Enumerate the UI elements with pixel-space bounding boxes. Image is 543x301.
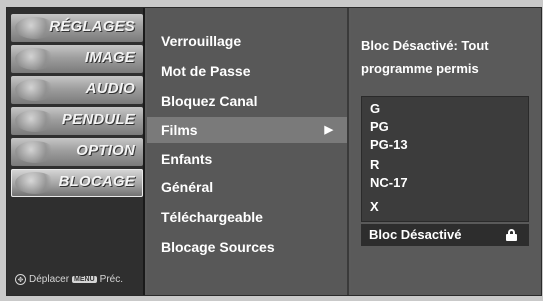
clock-icon: [15, 110, 55, 132]
unlock-icon: [506, 229, 517, 241]
menu-item-telechargeable[interactable]: Téléchargeable: [147, 204, 347, 230]
menu-item-label: Blocage Sources: [161, 239, 275, 255]
category-label: AUDIO: [85, 80, 135, 97]
menu-item-general[interactable]: Général: [147, 174, 347, 200]
menu-key-icon: MENU: [72, 276, 97, 283]
info-line-1: Bloc Désactivé: Tout: [361, 38, 489, 53]
menu-item-label: Films: [161, 122, 198, 138]
lock-category-icon: [15, 172, 55, 194]
category-label: PENDULE: [61, 111, 135, 128]
menu-item-label: Mot de Passe: [161, 63, 251, 79]
block-off-label: Bloc Désactivé: [369, 227, 462, 242]
category-label: RÉGLAGES: [49, 18, 135, 35]
rating-option-r[interactable]: R: [370, 157, 379, 172]
category-pendule[interactable]: PENDULE: [11, 107, 143, 135]
menu-item-label: Téléchargeable: [161, 209, 263, 225]
category-reglages[interactable]: RÉGLAGES: [11, 14, 143, 42]
rating-option-x[interactable]: X: [370, 199, 379, 214]
block-off-option[interactable]: Bloc Désactivé: [361, 224, 529, 246]
rating-option-pg[interactable]: PG: [370, 119, 389, 134]
menu-item-mot-de-passe[interactable]: Mot de Passe: [147, 58, 347, 84]
rating-option-pg13[interactable]: PG-13: [370, 137, 408, 152]
menu-item-bloquez-canal[interactable]: Bloquez Canal: [147, 88, 347, 114]
dpad-icon: ✥: [15, 274, 26, 285]
category-label: OPTION: [76, 142, 135, 159]
menu-item-blocage-sources[interactable]: Blocage Sources: [147, 234, 347, 260]
menu-item-label: Général: [161, 179, 214, 195]
menu-item-label: Verrouillage: [161, 33, 242, 49]
tv-osd-screen: RÉGLAGES IMAGE AUDIO PENDULE OPTION BLOC…: [6, 7, 542, 296]
audio-icon: [15, 79, 55, 101]
category-label: BLOCAGE: [58, 173, 135, 190]
image-icon: [15, 48, 55, 70]
category-audio[interactable]: AUDIO: [11, 76, 143, 104]
arrow-right-icon: ▶: [324, 124, 333, 136]
block-status-info: Bloc Désactivé: Tout programme permis: [361, 34, 533, 80]
menu-item-enfants[interactable]: Enfants: [147, 146, 347, 172]
option-icon: [15, 141, 55, 163]
move-label: Déplacer: [29, 274, 70, 285]
films-detail-panel: Bloc Désactivé: Tout programme permis G …: [351, 8, 541, 295]
blocage-submenu: Verrouillage Mot de Passe Bloquez Canal …: [147, 8, 349, 295]
menu-item-label: Enfants: [161, 151, 213, 167]
category-image[interactable]: IMAGE: [11, 45, 143, 73]
menu-item-verrouillage[interactable]: Verrouillage: [147, 28, 347, 54]
back-label: Préc.: [99, 274, 123, 285]
menu-item-label: Bloquez Canal: [161, 93, 258, 109]
category-blocage[interactable]: BLOCAGE: [11, 169, 143, 197]
help-bar: ✥ Déplacer MENU Préc.: [15, 274, 123, 285]
category-label: IMAGE: [84, 49, 135, 66]
category-panel: RÉGLAGES IMAGE AUDIO PENDULE OPTION BLOC…: [7, 8, 145, 295]
info-line-2: programme permis: [361, 61, 479, 76]
category-option[interactable]: OPTION: [11, 138, 143, 166]
menu-item-films[interactable]: Films ▶: [147, 117, 347, 143]
rating-option-g[interactable]: G: [370, 101, 380, 116]
rating-option-nc17[interactable]: NC-17: [370, 175, 408, 190]
rating-list: G PG PG-13 R NC-17 X: [361, 96, 529, 222]
